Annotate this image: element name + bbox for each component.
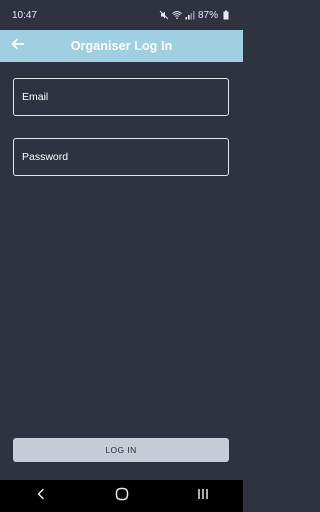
back-chevron-icon: [36, 487, 46, 505]
mute-icon: [159, 10, 169, 20]
status-bar: 10:47 87%: [0, 0, 243, 30]
nav-recents-button[interactable]: [183, 484, 223, 508]
password-field[interactable]: [22, 139, 228, 175]
home-circle-icon: [115, 487, 129, 506]
email-field-container[interactable]: [13, 78, 229, 116]
back-button[interactable]: [8, 36, 28, 56]
nav-home-button[interactable]: [102, 484, 142, 508]
recents-icon: [196, 487, 210, 505]
status-time: 10:47: [12, 9, 38, 21]
wifi-icon: [172, 10, 182, 20]
email-field[interactable]: [22, 79, 228, 115]
app-header: Organiser Log In: [0, 30, 243, 62]
login-button[interactable]: LOG IN: [13, 438, 229, 462]
arrow-left-icon: [11, 37, 25, 55]
password-field-container[interactable]: [13, 138, 229, 176]
signal-icon: [185, 10, 195, 20]
nav-back-button[interactable]: [21, 484, 61, 508]
battery-percent: 87%: [197, 9, 218, 21]
battery-icon: [221, 10, 231, 20]
page-title: Organiser Log In: [70, 39, 173, 53]
status-icons: 87%: [159, 10, 231, 21]
system-nav-bar: [0, 480, 243, 512]
